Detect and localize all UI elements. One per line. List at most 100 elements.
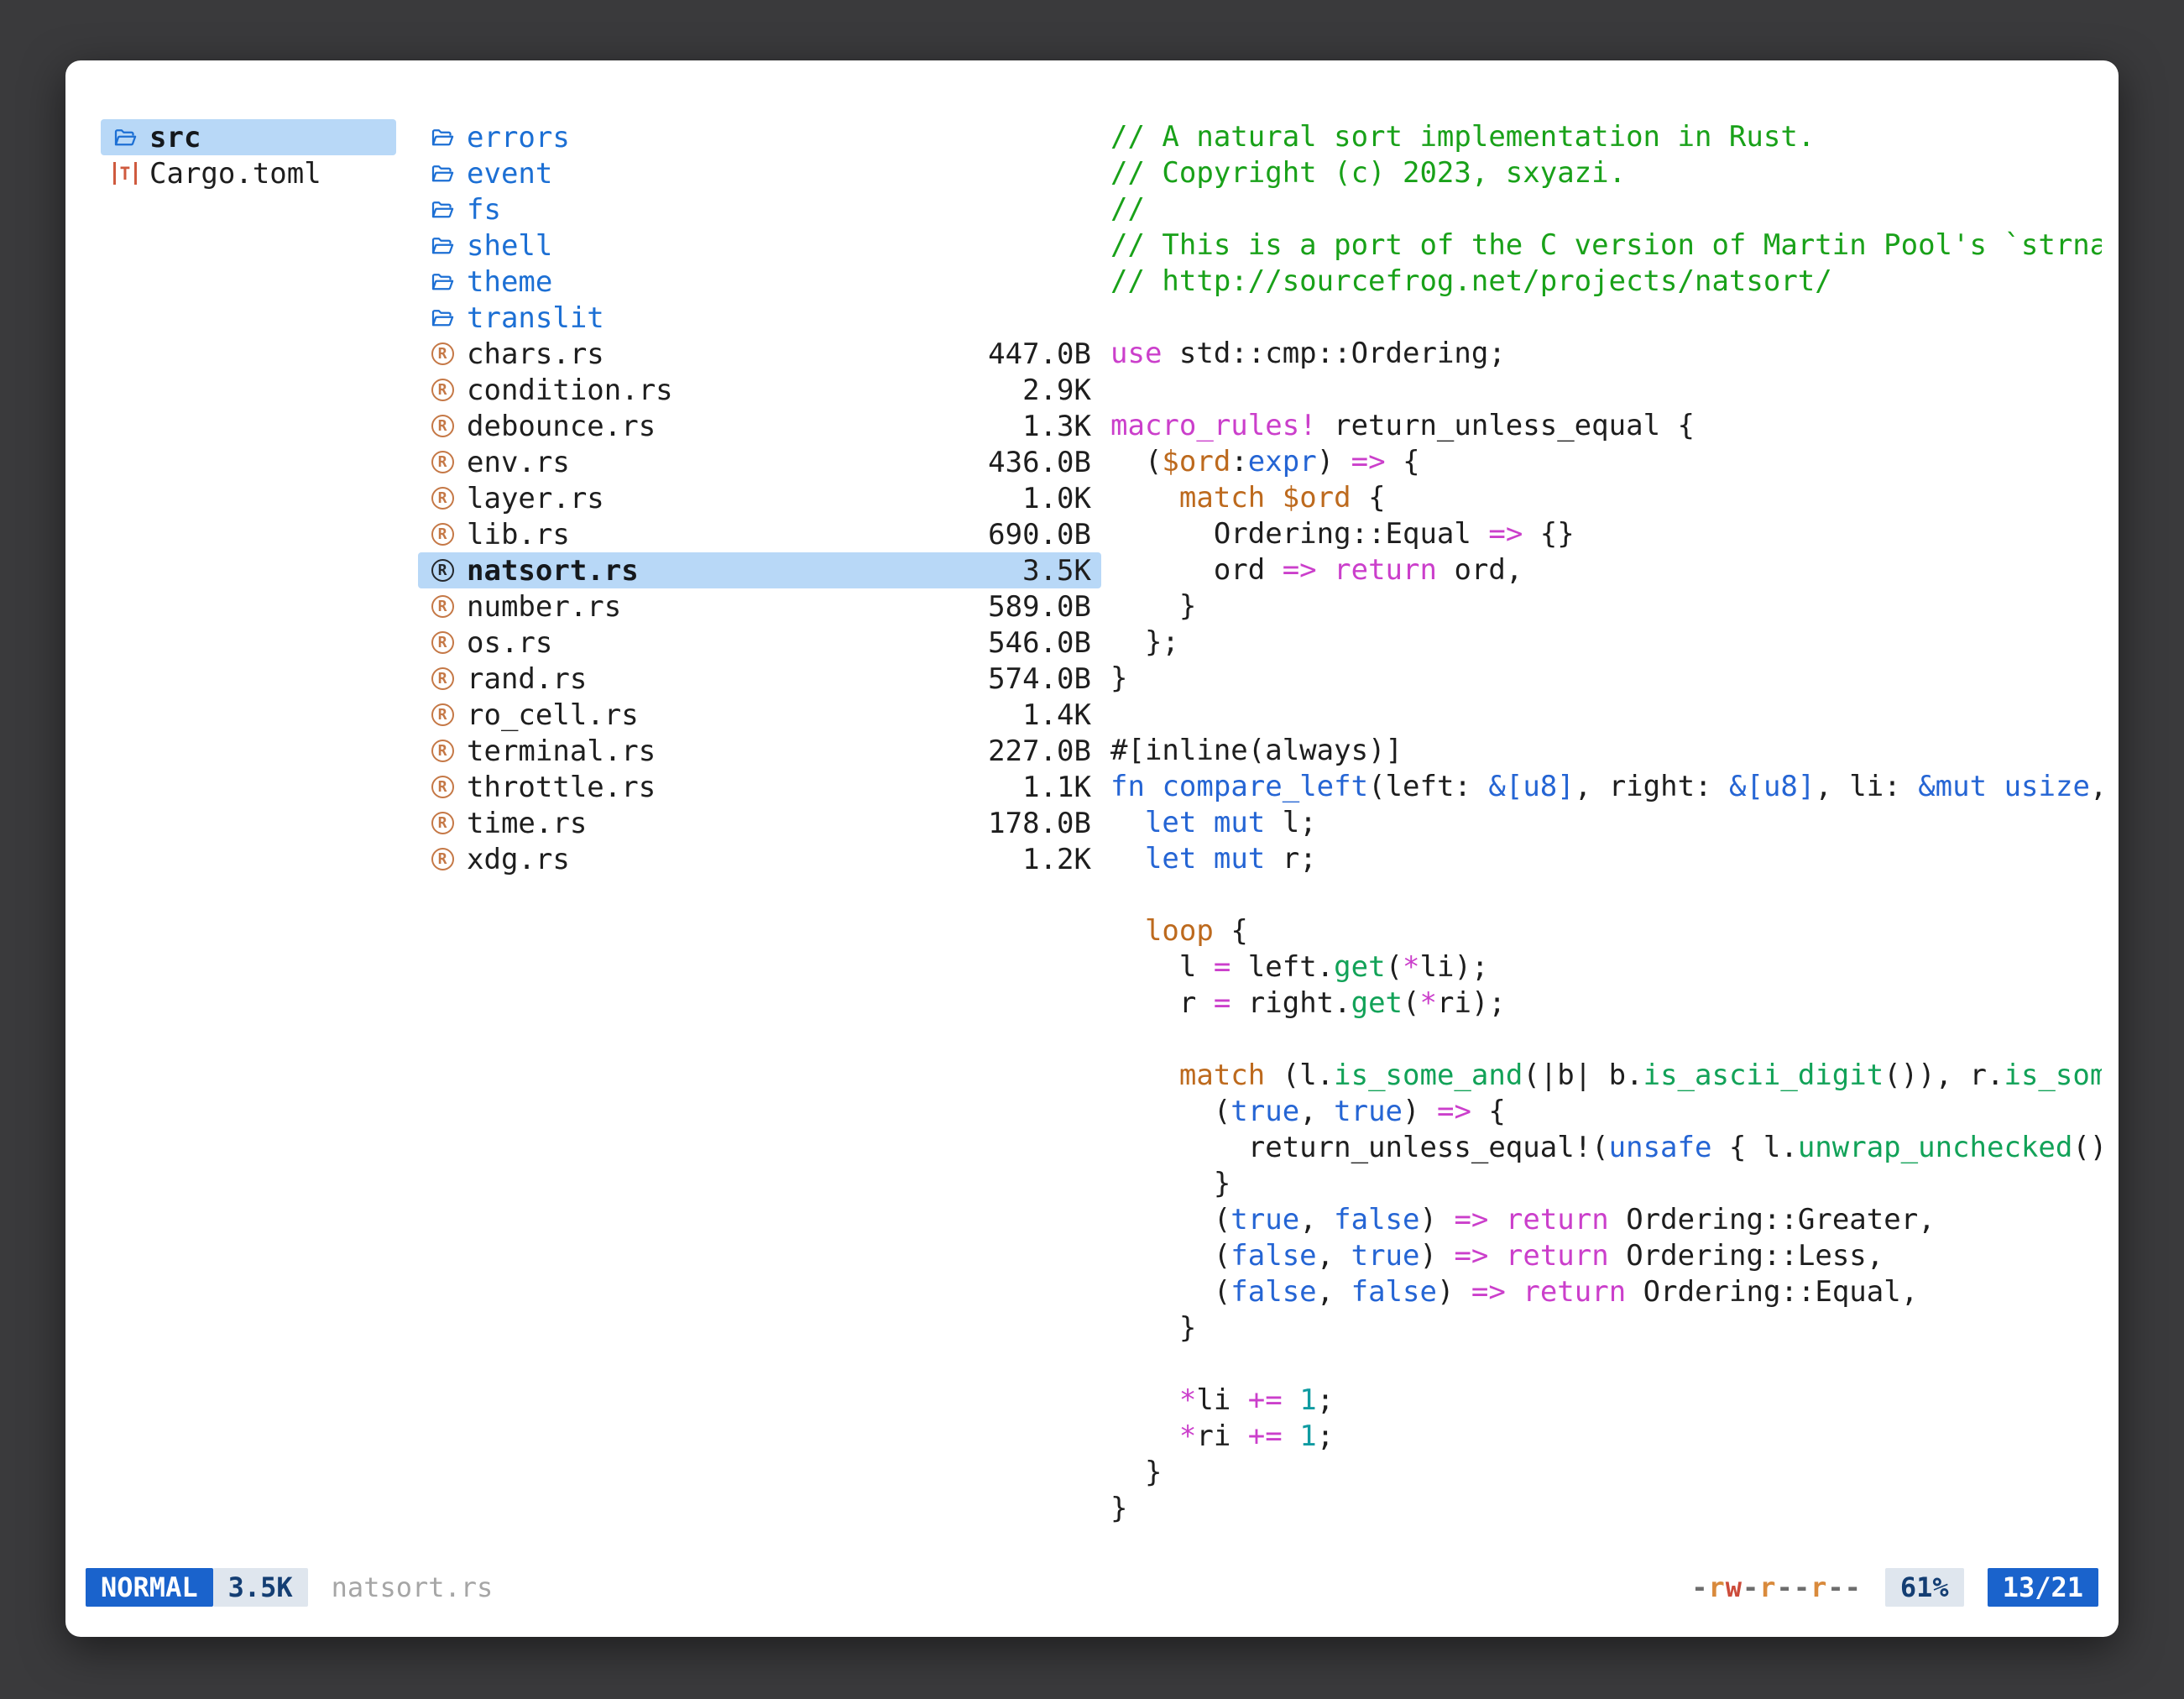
- toml-file-icon: T: [111, 159, 139, 188]
- item-label: errors: [467, 121, 570, 154]
- folder-icon: [428, 196, 457, 224]
- code-line: [1110, 697, 2102, 733]
- status-bar: NORMAL 3.5K natsort.rs -rw-r--r-- 61% 13…: [86, 1566, 2098, 1608]
- code-line: (false, true) => return Ordering::Less,: [1110, 1238, 2102, 1274]
- item-label: xdg.rs: [467, 843, 570, 876]
- code-line: [1110, 877, 2102, 913]
- perm-char: -: [1691, 1571, 1708, 1603]
- row-event[interactable]: event: [418, 155, 1101, 191]
- cursor-position-badge: 13/21: [1988, 1568, 2098, 1607]
- permissions-indicator: -rw-r--r--: [1691, 1571, 1862, 1603]
- code-line: (true, true) => {: [1110, 1094, 2102, 1130]
- file-manager-window: srcTCargo.toml errorseventfsshellthemetr…: [65, 60, 2119, 1637]
- code-line: [1110, 372, 2102, 408]
- item-size: 1.2K: [1022, 843, 1091, 876]
- item-size: 546.0B: [988, 626, 1091, 660]
- rust-file-icon: R: [428, 773, 457, 802]
- row-fs[interactable]: fs: [418, 191, 1101, 227]
- perm-char: -: [1777, 1571, 1794, 1603]
- item-label: ro_cell.rs: [467, 698, 639, 732]
- code-line: // A natural sort implementation in Rust…: [1110, 119, 2102, 155]
- code-line: }: [1110, 1310, 2102, 1346]
- row-throttle-rs[interactable]: Rthrottle.rs1.1K: [418, 769, 1101, 805]
- code-line: macro_rules! return_unless_equal {: [1110, 408, 2102, 444]
- folder-icon: [428, 304, 457, 332]
- rust-file-icon: R: [428, 737, 457, 766]
- code-line: ($ord:expr) => {: [1110, 444, 2102, 480]
- item-label: fs: [467, 193, 501, 227]
- status-filename: natsort.rs: [332, 1571, 494, 1603]
- item-label: shell: [467, 229, 552, 263]
- code-line: };: [1110, 625, 2102, 661]
- row-xdg-rs[interactable]: Rxdg.rs 1.2K: [418, 841, 1101, 877]
- code-line: (true, false) => return Ordering::Greate…: [1110, 1202, 2102, 1238]
- code-line: match (l.is_some_and(|b| b.is_ascii_digi…: [1110, 1058, 2102, 1094]
- row-rand-rs[interactable]: Rrand.rs574.0B: [418, 661, 1101, 697]
- item-label: env.rs: [467, 446, 570, 479]
- item-size: 1.0K: [1022, 482, 1091, 515]
- code-line: loop {: [1110, 913, 2102, 949]
- rust-file-icon: R: [428, 809, 457, 838]
- item-size: 2.9K: [1022, 374, 1091, 407]
- code-line: fn compare_left(left: &[u8], right: &[u8…: [1110, 769, 2102, 805]
- row-chars-rs[interactable]: Rchars.rs447.0B: [418, 336, 1101, 372]
- code-line: }: [1110, 1166, 2102, 1202]
- item-label: event: [467, 157, 552, 191]
- row-os-rs[interactable]: Ros.rs 546.0B: [418, 625, 1101, 661]
- preview-pane[interactable]: // A natural sort implementation in Rust…: [1110, 119, 2102, 1528]
- row-natsort-rs[interactable]: Rnatsort.rs3.5K: [418, 552, 1101, 588]
- item-label: theme: [467, 265, 552, 299]
- row-translit[interactable]: translit: [418, 300, 1101, 336]
- item-label: rand.rs: [467, 662, 587, 696]
- code-line: l = left.get(*li);: [1110, 949, 2102, 985]
- row-shell[interactable]: shell: [418, 227, 1101, 264]
- code-line: }: [1110, 588, 2102, 625]
- status-bar-left: NORMAL 3.5K natsort.rs: [86, 1568, 493, 1607]
- code-line: #[inline(always)]: [1110, 733, 2102, 769]
- rust-file-icon: R: [428, 701, 457, 729]
- item-size: 589.0B: [988, 590, 1091, 624]
- row-layer-rs[interactable]: Rlayer.rs 1.0K: [418, 480, 1101, 516]
- row-number-rs[interactable]: Rnumber.rs589.0B: [418, 588, 1101, 625]
- row-cargo-toml[interactable]: TCargo.toml: [101, 155, 396, 191]
- rust-file-icon: R: [428, 557, 457, 585]
- code-line: (false, false) => return Ordering::Equal…: [1110, 1274, 2102, 1310]
- code-line: [1110, 1022, 2102, 1058]
- item-size: 1.1K: [1022, 771, 1091, 804]
- row-lib-rs[interactable]: Rlib.rs690.0B: [418, 516, 1101, 552]
- rust-file-icon: R: [428, 629, 457, 657]
- perm-char: r: [1810, 1571, 1827, 1603]
- rust-file-icon: R: [428, 484, 457, 513]
- code-line: let mut r;: [1110, 841, 2102, 877]
- perm-char: -: [1742, 1571, 1759, 1603]
- row-ro-cell-rs[interactable]: Rro_cell.rs1.4K: [418, 697, 1101, 733]
- code-line: *ri += 1;: [1110, 1419, 2102, 1455]
- mode-indicator: NORMAL: [86, 1568, 213, 1607]
- row-terminal-rs[interactable]: Rterminal.rs227.0B: [418, 733, 1101, 769]
- code-line: use std::cmp::Ordering;: [1110, 336, 2102, 372]
- status-bar-right: -rw-r--r-- 61% 13/21: [1691, 1568, 2098, 1607]
- row-time-rs[interactable]: Rtime.rs178.0B: [418, 805, 1101, 841]
- row-errors[interactable]: errors: [418, 119, 1101, 155]
- row-theme[interactable]: theme: [418, 264, 1101, 300]
- row-src[interactable]: src: [101, 119, 396, 155]
- row-condition-rs[interactable]: Rcondition.rs2.9K: [418, 372, 1101, 408]
- rust-file-icon: R: [428, 665, 457, 693]
- scroll-percent-badge: 61%: [1885, 1568, 1964, 1607]
- code-line: Ordering::Equal => {}: [1110, 516, 2102, 552]
- rust-file-icon: R: [428, 845, 457, 874]
- code-line: }: [1110, 661, 2102, 697]
- item-size: 447.0B: [988, 337, 1091, 371]
- folder-icon: [111, 123, 139, 152]
- row-debounce-rs[interactable]: Rdebounce.rs1.3K: [418, 408, 1101, 444]
- code-line: let mut l;: [1110, 805, 2102, 841]
- item-label: layer.rs: [467, 482, 604, 515]
- rust-file-icon: R: [428, 520, 457, 549]
- rust-file-icon: R: [428, 412, 457, 441]
- current-pane: errorseventfsshellthemetranslitRchars.rs…: [418, 119, 1101, 877]
- row-env-rs[interactable]: Renv.rs436.0B: [418, 444, 1101, 480]
- item-size: 178.0B: [988, 807, 1091, 840]
- rust-file-icon: R: [428, 376, 457, 405]
- item-label: os.rs: [467, 626, 552, 660]
- item-label: src: [149, 121, 201, 154]
